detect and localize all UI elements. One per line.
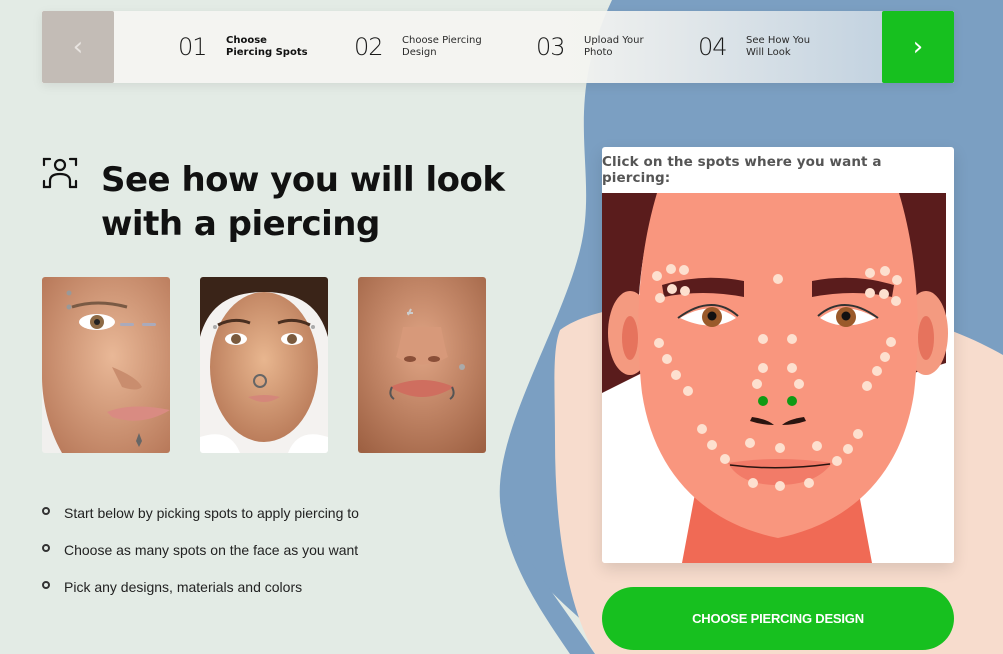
piercing-spot-eyebrow-left-5[interactable] — [680, 286, 690, 296]
face-scan-icon — [42, 157, 78, 189]
step-number: 01 — [178, 33, 208, 61]
step-see-look[interactable]: 04 See How You Will Look — [698, 33, 854, 61]
step-label-line: Design — [402, 47, 437, 58]
piercing-spot-cheek-left-2[interactable] — [662, 354, 672, 364]
feature-list: Start below by picking spots to apply pi… — [42, 494, 359, 605]
piercing-spot-eyebrow-left-4[interactable] — [667, 284, 677, 294]
title-line: with a piercing — [101, 204, 380, 244]
piercing-spot-lip-upper-center[interactable] — [775, 443, 785, 453]
piercing-spot-nose-upper-left[interactable] — [758, 334, 768, 344]
step-label-line: Choose Piercing — [402, 35, 482, 46]
piercing-spot-lip-upper-right[interactable] — [812, 441, 822, 451]
list-item: Start below by picking spots to apply pi… — [42, 494, 359, 531]
piercing-spot-lip-upper-left[interactable] — [745, 438, 755, 448]
piercing-spot-cheek-left-4[interactable] — [683, 386, 693, 396]
list-item-text: Choose as many spots on the face as you … — [64, 541, 359, 558]
bullet-circle-icon — [42, 580, 50, 589]
piercing-spot-eyebrow-left-2[interactable] — [666, 264, 676, 274]
piercing-spot-bridge[interactable] — [773, 274, 783, 284]
picker-instruction: Click on the spots where you want a pier… — [602, 154, 882, 186]
step-number: 04 — [698, 33, 728, 61]
piercing-spot-jaw-left-1[interactable] — [697, 424, 707, 434]
step-upload-photo[interactable]: 03 Upload Your Photo — [536, 33, 698, 61]
piercing-spot-nose-lower-right[interactable] — [794, 379, 804, 389]
step-choose-spots[interactable]: 01 Choose Piercing Spots — [178, 33, 354, 61]
step-label: Upload Your Photo — [584, 35, 692, 59]
piercing-spot-eyebrow-right-2[interactable] — [880, 266, 890, 276]
steps-progress-bar: ‹ 01 Choose Piercing Spots 02 Choose Pie… — [42, 11, 954, 83]
step-label: See How You Will Look — [746, 35, 854, 59]
title-line: See how you will look — [101, 160, 505, 200]
list-item: Pick any designs, materials and colors — [42, 568, 359, 605]
piercing-spot-eyebrow-right-5[interactable] — [879, 289, 889, 299]
piercing-spot-nose-upper-right[interactable] — [787, 334, 797, 344]
bullet-circle-icon — [42, 543, 50, 552]
list-item-text: Start below by picking spots to apply pi… — [64, 504, 359, 521]
list-item-text: Pick any designs, materials and colors — [64, 578, 303, 595]
piercing-spot-cheek-right-2[interactable] — [880, 352, 890, 362]
step-number: 02 — [354, 33, 384, 61]
step-label-line: Choose — [226, 35, 267, 46]
step-label-line: See How You — [746, 35, 811, 46]
piercing-spot-eyebrow-right-1[interactable] — [865, 268, 875, 278]
piercing-spot-nose-mid-right[interactable] — [787, 363, 797, 373]
face-illustration — [602, 193, 954, 563]
example-photos — [42, 277, 486, 453]
chevron-left-icon: ‹ — [72, 32, 84, 62]
piercing-spot-nostril-left-selected[interactable] — [758, 396, 768, 406]
piercing-spot-lip-lower-left[interactable] — [748, 478, 758, 488]
next-step-button[interactable]: › — [882, 11, 954, 83]
piercing-spot-lip-lower-right[interactable] — [804, 478, 814, 488]
example-photo-eyebrow-bridge — [42, 277, 170, 453]
step-label-line: Will Look — [746, 47, 791, 58]
example-photo-nose-lip — [358, 277, 486, 453]
step-label-line: Upload Your — [584, 35, 644, 46]
choose-piercing-design-button[interactable]: CHOOSE PIERCING DESIGN — [602, 587, 954, 650]
example-photo-septum — [200, 277, 328, 453]
piercing-spot-jaw-right-2[interactable] — [843, 444, 853, 454]
step-label: Choose Piercing Design — [402, 35, 510, 59]
piercing-spot-eyebrow-left-6[interactable] — [655, 293, 665, 303]
piercing-spot-eyebrow-right-6[interactable] — [891, 296, 901, 306]
piercing-spot-nose-lower-left[interactable] — [752, 379, 762, 389]
piercing-spot-nostril-right-selected[interactable] — [787, 396, 797, 406]
step-number: 03 — [536, 33, 566, 61]
bullet-circle-icon — [42, 506, 50, 515]
piercing-spot-cheek-left-1[interactable] — [654, 338, 664, 348]
previous-step-button[interactable]: ‹ — [42, 11, 114, 83]
piercing-spot-picker: Click on the spots where you want a pier… — [602, 147, 954, 563]
piercing-spot-jaw-left-3[interactable] — [720, 454, 730, 464]
step-label-line: Piercing Spots — [226, 47, 308, 58]
piercing-spot-jaw-right-1[interactable] — [853, 429, 863, 439]
piercing-spot-eyebrow-left-3[interactable] — [679, 265, 689, 275]
piercing-spot-eyebrow-right-4[interactable] — [865, 288, 875, 298]
page-title: See how you will look with a piercing — [101, 158, 521, 246]
piercing-spot-jaw-right-3[interactable] — [832, 456, 842, 466]
piercing-spot-cheek-right-3[interactable] — [872, 366, 882, 376]
piercing-spot-cheek-left-3[interactable] — [671, 370, 681, 380]
step-label: Choose Piercing Spots — [226, 35, 334, 59]
chevron-right-icon: › — [912, 32, 924, 62]
steps-list: 01 Choose Piercing Spots 02 Choose Pierc… — [178, 33, 854, 61]
face-diagram — [602, 193, 954, 563]
piercing-spot-lip-lower-center[interactable] — [775, 481, 785, 491]
piercing-spot-cheek-right-4[interactable] — [862, 381, 872, 391]
piercing-spot-nose-mid-left[interactable] — [758, 363, 768, 373]
list-item: Choose as many spots on the face as you … — [42, 531, 359, 568]
piercing-spot-cheek-right-1[interactable] — [886, 337, 896, 347]
piercing-spot-eyebrow-right-3[interactable] — [892, 275, 902, 285]
piercing-spot-jaw-left-2[interactable] — [707, 440, 717, 450]
step-label-line: Photo — [584, 47, 613, 58]
step-choose-design[interactable]: 02 Choose Piercing Design — [354, 33, 536, 61]
piercing-spot-eyebrow-left-1[interactable] — [652, 271, 662, 281]
